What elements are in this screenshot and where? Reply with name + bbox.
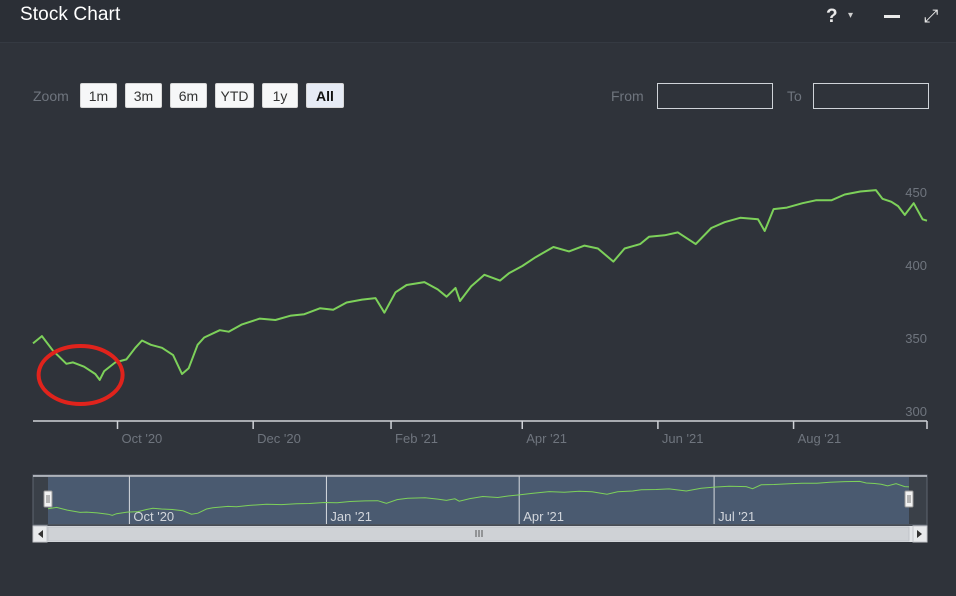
navigator-left-handle[interactable] [43, 490, 53, 508]
x-tick-label: Dec '20 [257, 431, 301, 446]
navigator-right-handle[interactable] [904, 490, 914, 508]
x-tick-label: Aug '21 [798, 431, 842, 446]
x-tick-label: Apr '21 [526, 431, 567, 446]
x-tick-label: Feb '21 [395, 431, 438, 446]
x-tick-label: Oct '20 [122, 431, 163, 446]
navigator-tick-label: Jan '21 [330, 509, 372, 524]
highlight-circle [36, 344, 125, 406]
y-tick-label: 450 [905, 185, 927, 200]
stock-chart: Oct '20 Dec '20 Feb '21 Apr '21 Jun '21 Aug '… [32, 185, 928, 543]
navigator-tick-label: Apr '21 [523, 509, 564, 524]
price-series-line [32, 189, 928, 381]
navigator-tick-label: Jul '21 [718, 509, 755, 524]
y-tick-label: 400 [905, 258, 927, 273]
y-tick-label: 350 [905, 331, 927, 346]
x-tick-label: Jun '21 [662, 431, 704, 446]
y-tick-label: 300 [905, 404, 927, 419]
